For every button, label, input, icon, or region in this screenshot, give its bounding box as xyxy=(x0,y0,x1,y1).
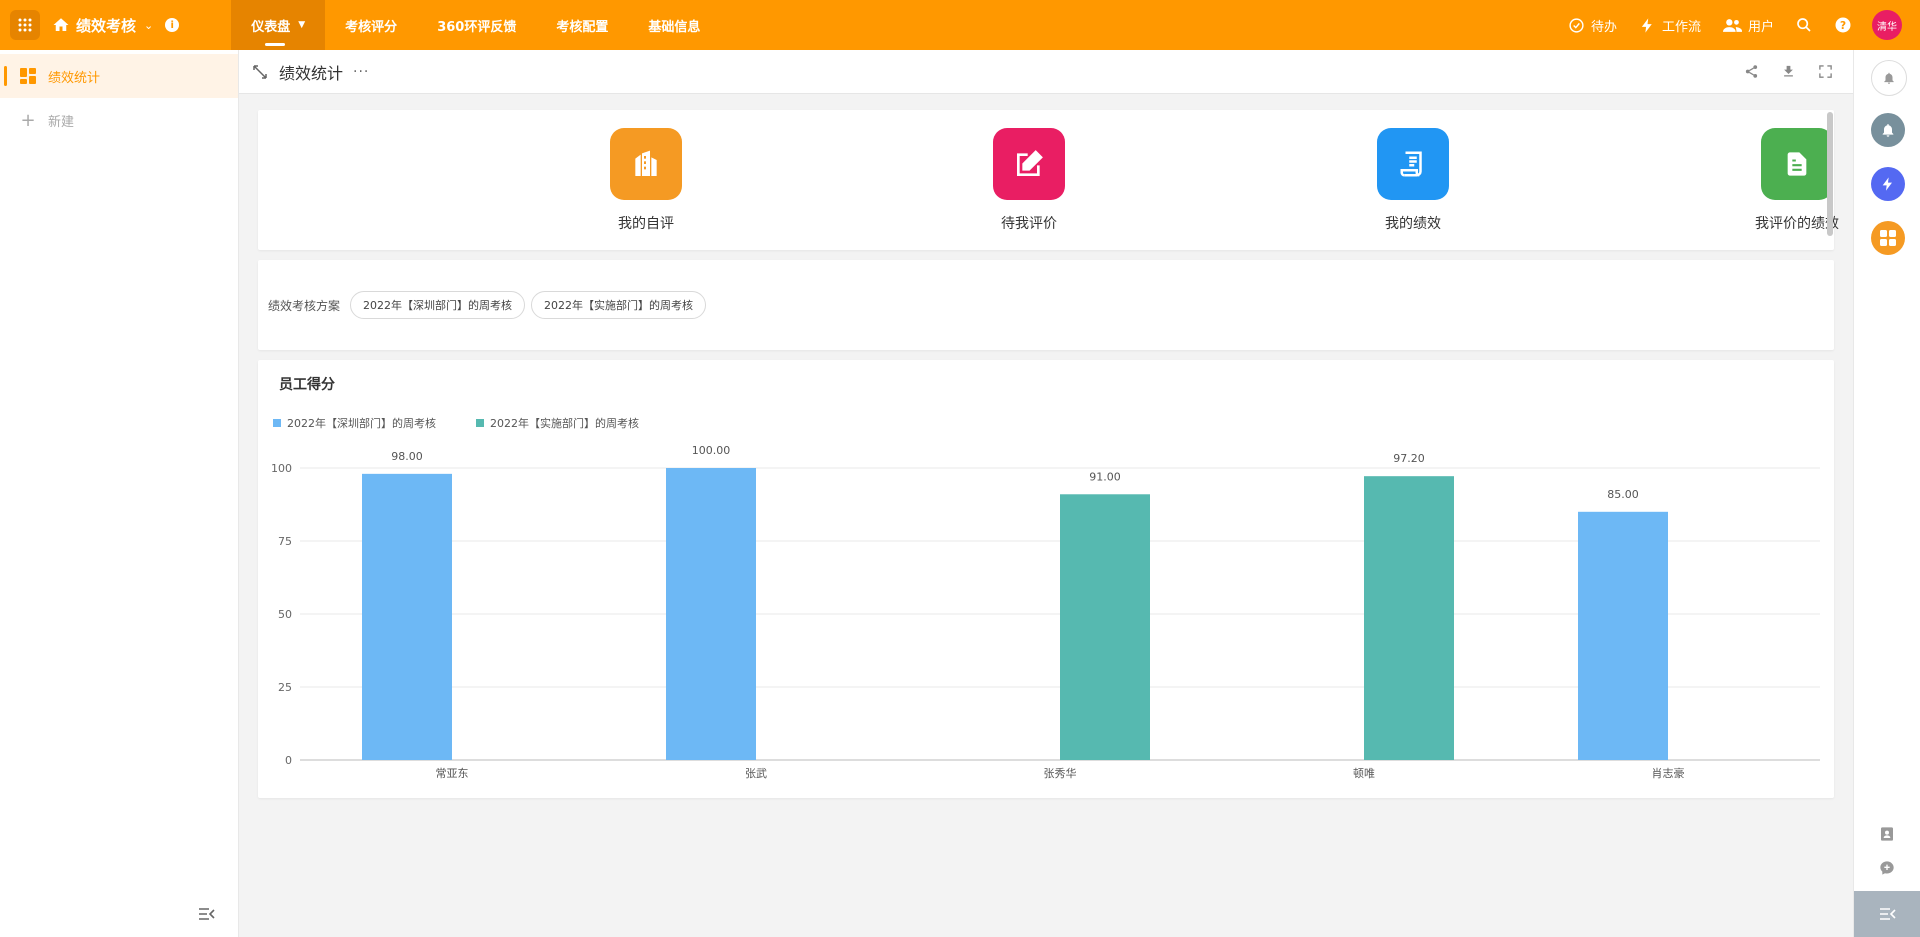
users-icon xyxy=(1722,18,1742,32)
shortcut-my-self-evaluation[interactable]: 我的自评 xyxy=(566,128,726,233)
help-icon[interactable]: ? xyxy=(1834,16,1852,34)
expand-arrows-icon[interactable] xyxy=(253,64,267,79)
filter-card: 绩效考核方案 2022年【深圳部门】的周考核 2022年【实施部门】的周考核 xyxy=(258,260,1834,350)
app-title: 绩效考核 xyxy=(76,16,137,35)
nav-360-feedback[interactable]: 360环评反馈 xyxy=(417,0,536,50)
bar xyxy=(362,473,452,760)
sidebar-item-label: 绩效统计 xyxy=(48,70,101,86)
todo-button[interactable]: 待办 xyxy=(1568,16,1617,35)
nav-dashboard[interactable]: 仪表盘 ▼ xyxy=(231,0,326,50)
users-button[interactable]: 用户 xyxy=(1722,16,1774,35)
share-icon[interactable] xyxy=(1744,64,1759,79)
shortcut-pending-my-review[interactable]: 待我评价 xyxy=(949,128,1109,233)
bar xyxy=(1578,511,1668,760)
apps-grid-icon[interactable] xyxy=(10,10,40,40)
filter-label: 绩效考核方案 xyxy=(268,298,341,313)
shortcut-my-performance[interactable]: 我的绩效 xyxy=(1333,128,1493,233)
data-label: 97.20 xyxy=(1393,452,1425,465)
bar xyxy=(666,468,756,760)
chevron-down-icon: ⌄ xyxy=(144,18,154,32)
avatar[interactable]: 清华 xyxy=(1872,10,1902,40)
fullscreen-icon[interactable] xyxy=(1818,64,1833,79)
download-icon[interactable] xyxy=(1781,64,1796,79)
y-tick-label: 0 xyxy=(285,754,292,767)
page-title: 绩效统计 xyxy=(279,63,344,83)
collapse-sidebar-icon[interactable] xyxy=(198,906,216,925)
chat-add-icon[interactable] xyxy=(1879,860,1895,876)
bar xyxy=(1060,494,1150,760)
left-sidebar: 绩效统计 + 新建 xyxy=(0,50,239,937)
receipt-icon xyxy=(1377,128,1449,200)
data-label: 91.00 xyxy=(1089,470,1121,483)
chart-card: 员工得分 2022年【深圳部门】的周考核 2022年【实施部门】的周考核 0 25… xyxy=(258,360,1834,798)
shortcut-label: 我的绩效 xyxy=(1385,216,1441,232)
info-icon[interactable]: i xyxy=(165,18,180,32)
users-label: 用户 xyxy=(1747,19,1774,35)
shortcut-label: 我的自评 xyxy=(618,216,674,232)
plus-icon: + xyxy=(20,109,36,131)
scrollbar-thumb[interactable] xyxy=(1827,112,1833,236)
edit-icon xyxy=(993,128,1065,200)
collapse-rail-icon[interactable] xyxy=(1854,891,1920,937)
app-title-dropdown[interactable]: 绩效考核 ⌄ xyxy=(52,15,153,36)
nav-basic-info[interactable]: 基础信息 xyxy=(628,0,720,50)
search-icon[interactable] xyxy=(1796,17,1812,33)
building-icon xyxy=(610,128,682,200)
x-tick-label: 张武 xyxy=(745,767,767,780)
more-options-icon[interactable]: ··· xyxy=(353,64,369,80)
bell-outline-icon[interactable] xyxy=(1871,60,1907,96)
y-tick-label: 25 xyxy=(278,681,292,694)
home-icon xyxy=(52,16,70,34)
y-tick-label: 50 xyxy=(278,608,292,621)
x-tick-label: 肖志豪 xyxy=(1652,766,1685,780)
caret-down-icon: ▼ xyxy=(298,20,306,30)
sidebar-item-new[interactable]: + 新建 xyxy=(0,98,238,142)
bar-chart: 0 25 50 75 100 常亚东 98.00 张武 100.00 张秀华 91.00 顿唯 97.2… xyxy=(271,444,1820,780)
x-tick-label: 常亚东 xyxy=(436,767,469,780)
contact-icon[interactable] xyxy=(1879,826,1895,842)
data-label: 100.00 xyxy=(692,444,731,457)
document-icon xyxy=(1761,128,1833,200)
top-right-actions: 待办 工作流 用户 ? 清华 xyxy=(1546,0,1902,50)
shortcut-performance-i-reviewed[interactable]: 我评价的绩效 xyxy=(1717,128,1877,233)
svg-text:?: ? xyxy=(1840,20,1846,32)
filter-chip-shenzhen[interactable]: 2022年【深圳部门】的周考核 xyxy=(350,291,526,319)
bar xyxy=(1364,476,1454,760)
data-label: 98.00 xyxy=(391,450,423,463)
y-tick-label: 100 xyxy=(271,462,292,475)
y-tick-label: 75 xyxy=(278,535,292,548)
workflow-label: 工作流 xyxy=(1661,19,1701,35)
page-actions xyxy=(1722,50,1833,93)
dashboard-icon xyxy=(18,68,38,84)
filter-chip-implementation[interactable]: 2022年【实施部门】的周考核 xyxy=(531,291,707,319)
lightning-icon xyxy=(1641,17,1652,33)
check-circle-icon xyxy=(1569,17,1584,33)
workflow-button[interactable]: 工作流 xyxy=(1639,16,1701,35)
nav-config[interactable]: 考核配置 xyxy=(536,0,628,50)
nav-dashboard-label: 仪表盘 xyxy=(251,19,291,35)
page-header: 绩效统计 ··· xyxy=(239,50,1853,94)
data-label: 85.00 xyxy=(1607,488,1639,501)
main-nav: 仪表盘 ▼ 考核评分 360环评反馈 考核配置 基础信息 xyxy=(231,0,720,50)
x-tick-label: 顿唯 xyxy=(1353,766,1375,780)
todo-label: 待办 xyxy=(1590,19,1617,35)
sidebar-item-label: 新建 xyxy=(48,114,75,130)
shortcut-label: 待我评价 xyxy=(1001,216,1057,232)
top-bar: 绩效考核 ⌄ i 仪表盘 ▼ 考核评分 360环评反馈 考核配置 基础信息 待办… xyxy=(0,0,1920,50)
x-tick-label: 张秀华 xyxy=(1044,766,1077,780)
sidebar-item-performance-stats[interactable]: 绩效统计 xyxy=(0,54,238,98)
shortcut-card: 我的自评 待我评价 我的绩效 我评价的绩效 xyxy=(258,110,1839,250)
nav-scoring[interactable]: 考核评分 xyxy=(325,0,417,50)
